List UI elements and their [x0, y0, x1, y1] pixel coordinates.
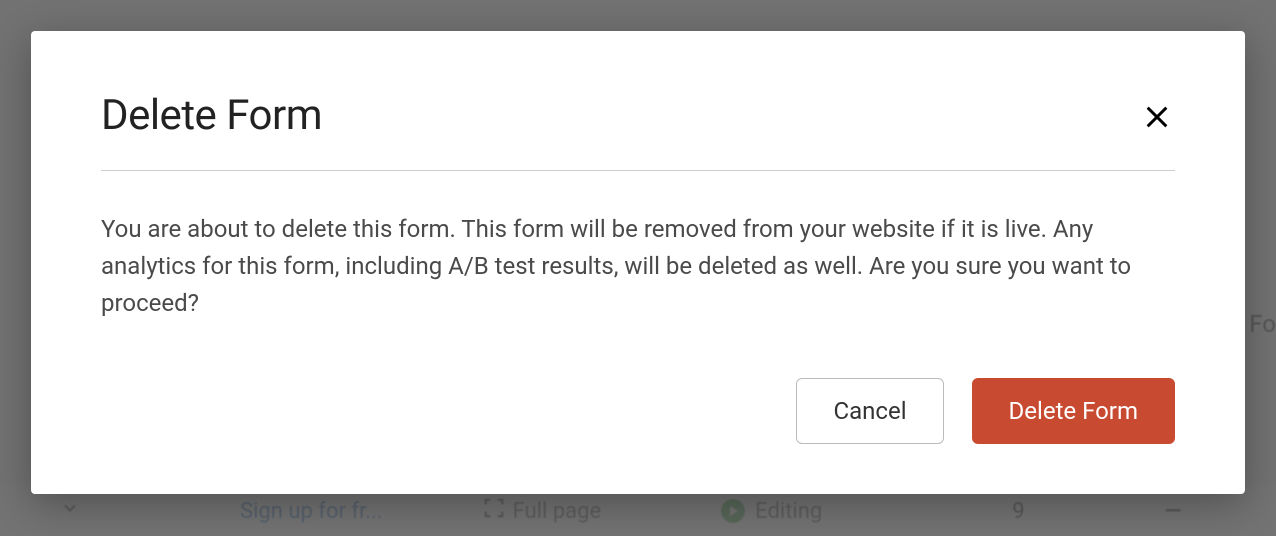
- modal-divider: [101, 170, 1175, 171]
- modal-footer: Cancel Delete Form: [101, 378, 1175, 444]
- delete-form-modal: Delete Form You are about to delete this…: [31, 31, 1245, 494]
- modal-title: Delete Form: [101, 91, 322, 140]
- delete-form-button[interactable]: Delete Form: [972, 378, 1175, 444]
- cancel-button[interactable]: Cancel: [796, 378, 943, 444]
- modal-header: Delete Form: [101, 91, 1175, 140]
- close-icon: [1143, 103, 1171, 131]
- modal-body-text: You are about to delete this form. This …: [101, 211, 1175, 323]
- close-button[interactable]: [1139, 99, 1175, 138]
